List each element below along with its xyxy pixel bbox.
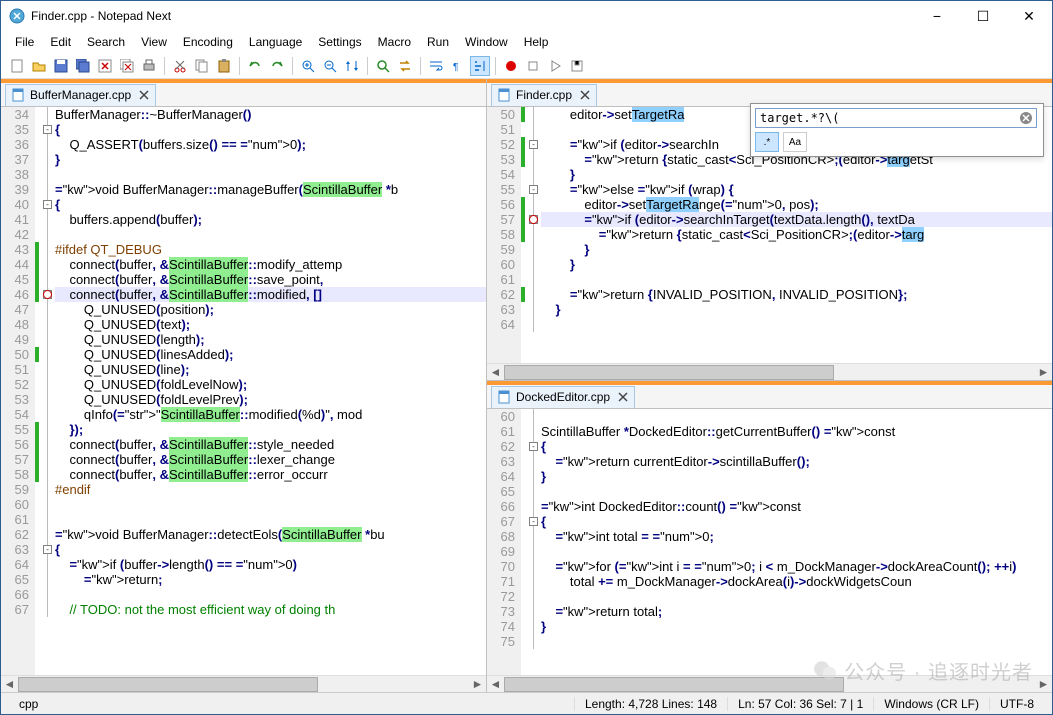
- close-icon[interactable]: [139, 90, 149, 100]
- close-icon[interactable]: [618, 392, 628, 402]
- save-macro-icon[interactable]: [567, 56, 587, 76]
- close-all-icon[interactable]: [117, 56, 137, 76]
- right-bottom-pane: DockedEditor.cpp 60616263646566676869707…: [487, 381, 1052, 692]
- minimize-button[interactable]: −: [914, 1, 960, 31]
- tab-strip-left: BufferManager.cpp: [1, 83, 486, 107]
- maximize-button[interactable]: ☐: [960, 1, 1006, 31]
- menu-bar: File Edit Search View Encoding Language …: [1, 31, 1052, 53]
- wechat-icon: [812, 658, 838, 684]
- cut-icon[interactable]: [170, 56, 190, 76]
- zoom-in-icon[interactable]: [298, 56, 318, 76]
- file-icon: [12, 88, 26, 102]
- file-icon: [498, 390, 512, 404]
- close-icon[interactable]: [580, 90, 590, 100]
- file-icon: [498, 88, 512, 102]
- h-scrollbar[interactable]: ◄►: [1, 675, 486, 692]
- svg-text:¶: ¶: [453, 62, 458, 73]
- new-file-icon[interactable]: [7, 56, 27, 76]
- title-bar: Finder.cpp - Notepad Next − ☐ ✕: [1, 1, 1052, 31]
- close-file-icon[interactable]: [95, 56, 115, 76]
- status-eol[interactable]: Windows (CR LF): [873, 697, 989, 711]
- copy-icon[interactable]: [192, 56, 212, 76]
- window-title: Finder.cpp - Notepad Next: [31, 9, 914, 23]
- tab-label: BufferManager.cpp: [30, 88, 131, 102]
- watermark-text: 公众号 · 追逐时光者: [844, 656, 1033, 685]
- menu-window[interactable]: Window: [457, 33, 516, 51]
- show-whitespace-icon[interactable]: ¶: [448, 56, 468, 76]
- clear-icon[interactable]: [1019, 111, 1033, 125]
- editor-left[interactable]: 3435363738394041424344454647484950515253…: [1, 107, 486, 675]
- tab-finder[interactable]: Finder.cpp: [491, 84, 597, 106]
- status-bar: cpp Length: 4,728 Lines: 148 Ln: 57 Col:…: [1, 692, 1052, 714]
- app-icon: [9, 8, 25, 24]
- save-all-icon[interactable]: [73, 56, 93, 76]
- paste-icon[interactable]: [214, 56, 234, 76]
- editor-docked[interactable]: 60616263646566676869707172737475Scintill…: [487, 409, 1052, 675]
- tab-buffermanager[interactable]: BufferManager.cpp: [5, 84, 156, 106]
- undo-icon[interactable]: [245, 56, 265, 76]
- stop-macro-icon[interactable]: [523, 56, 543, 76]
- right-top-pane: Finder.cpp 50515253545556575859606162636…: [487, 79, 1052, 381]
- open-file-icon[interactable]: [29, 56, 49, 76]
- play-macro-icon[interactable]: [545, 56, 565, 76]
- menu-search[interactable]: Search: [79, 33, 133, 51]
- print-icon[interactable]: [139, 56, 159, 76]
- menu-view[interactable]: View: [133, 33, 175, 51]
- tab-dockededitor[interactable]: DockedEditor.cpp: [491, 386, 635, 408]
- case-toggle[interactable]: Aa: [783, 132, 807, 152]
- menu-run[interactable]: Run: [419, 33, 457, 51]
- h-scrollbar[interactable]: ◄►: [487, 363, 1052, 380]
- save-icon[interactable]: [51, 56, 71, 76]
- find-panel: .* Aa: [750, 103, 1044, 157]
- find-input[interactable]: [755, 108, 1037, 128]
- menu-settings[interactable]: Settings: [310, 33, 369, 51]
- tab-strip-docked: DockedEditor.cpp: [487, 385, 1052, 409]
- menu-help[interactable]: Help: [516, 33, 557, 51]
- watermark: 公众号 · 追逐时光者: [812, 656, 1033, 685]
- main-split: BufferManager.cpp 3435363738394041424344…: [1, 79, 1052, 692]
- menu-file[interactable]: File: [7, 33, 42, 51]
- menu-encoding[interactable]: Encoding: [175, 33, 241, 51]
- status-lang: cpp: [9, 697, 239, 711]
- find-icon[interactable]: [373, 56, 393, 76]
- status-encoding[interactable]: UTF-8: [989, 697, 1044, 711]
- zoom-out-icon[interactable]: [320, 56, 340, 76]
- redo-icon[interactable]: [267, 56, 287, 76]
- close-button[interactable]: ✕: [1006, 1, 1052, 31]
- regex-toggle[interactable]: .*: [755, 132, 779, 152]
- menu-edit[interactable]: Edit: [42, 33, 79, 51]
- record-macro-icon[interactable]: [501, 56, 521, 76]
- tab-label: DockedEditor.cpp: [516, 390, 610, 404]
- toolbar: ¶: [1, 53, 1052, 79]
- replace-icon[interactable]: [395, 56, 415, 76]
- sync-scroll-icon[interactable]: [342, 56, 362, 76]
- left-pane: BufferManager.cpp 3435363738394041424344…: [1, 79, 487, 692]
- menu-language[interactable]: Language: [241, 33, 310, 51]
- word-wrap-icon[interactable]: [426, 56, 446, 76]
- status-pos: Ln: 57 Col: 36 Sel: 7 | 1: [727, 697, 873, 711]
- show-indent-guide-icon[interactable]: [470, 56, 490, 76]
- tab-label: Finder.cpp: [516, 88, 572, 102]
- menu-macro[interactable]: Macro: [370, 33, 419, 51]
- status-length: Length: 4,728 Lines: 148: [574, 697, 727, 711]
